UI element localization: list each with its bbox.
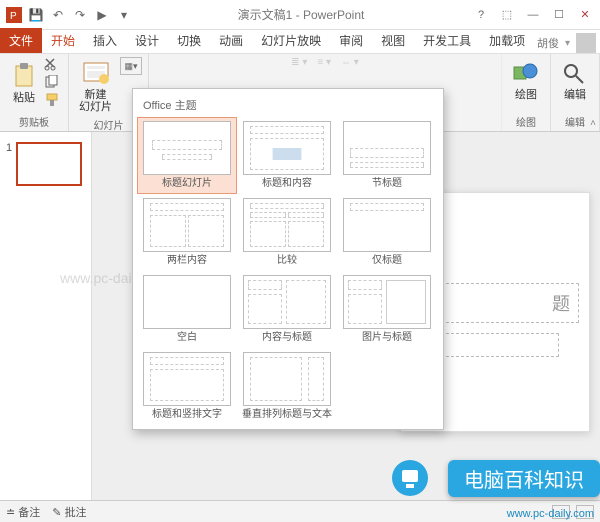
- banner-url: www.pc-daily.com: [507, 508, 594, 520]
- quick-access-toolbar: P 💾 ↶ ↷ ▶ ▾: [0, 7, 132, 23]
- title-placeholder-text: 题: [552, 290, 570, 316]
- comments-button[interactable]: ✎ 批注: [52, 504, 86, 520]
- collapse-ribbon-icon[interactable]: ˄: [590, 118, 596, 129]
- new-slide-icon: [82, 59, 110, 87]
- layout-label: 内容与标题: [262, 332, 312, 344]
- avatar[interactable]: [576, 33, 596, 53]
- paste-label: 粘贴: [13, 92, 35, 104]
- layout-label: 图片与标题: [362, 332, 412, 344]
- group-drawing: 绘图 绘图: [502, 54, 551, 131]
- tab-file[interactable]: 文件: [0, 28, 42, 53]
- editing-label: 编辑: [564, 89, 586, 101]
- layout-label: 两栏内容: [167, 255, 207, 267]
- redo-icon[interactable]: ↷: [72, 7, 88, 23]
- layout-title-vertical-text[interactable]: 标题和竖排文字: [137, 348, 237, 425]
- group-slides-label: 幻灯片: [94, 117, 124, 132]
- undo-icon[interactable]: ↶: [50, 7, 66, 23]
- slide-thumbnail[interactable]: [16, 142, 82, 186]
- svg-text:P: P: [10, 11, 17, 22]
- minimize-button[interactable]: —: [522, 5, 544, 25]
- ribbon-tabs: 文件 开始 插入 设计 切换 动画 幻灯片放映 审阅 视图 开发工具 加载项 胡…: [0, 30, 600, 54]
- cut-button[interactable]: [44, 57, 62, 73]
- layout-label: 标题幻灯片: [162, 178, 212, 190]
- layout-label: 仅标题: [372, 255, 402, 267]
- banner-logo-icon: [388, 456, 448, 500]
- layout-title-slide[interactable]: 标题幻灯片: [137, 117, 237, 194]
- tab-review[interactable]: 审阅: [330, 28, 372, 53]
- layout-blank[interactable]: 空白: [137, 271, 237, 348]
- group-clipboard-label: 剪贴板: [19, 114, 49, 129]
- tab-home[interactable]: 开始: [42, 28, 84, 53]
- tab-view[interactable]: 视图: [372, 28, 414, 53]
- thumbnail-1[interactable]: 1: [6, 142, 85, 186]
- find-icon: [561, 59, 589, 87]
- format-painter-button[interactable]: [44, 93, 62, 109]
- layout-label: 垂直排列标题与文本: [242, 409, 332, 421]
- layout-label: 标题和竖排文字: [152, 409, 222, 421]
- layout-section-header[interactable]: 节标题: [337, 117, 437, 194]
- gallery-header: Office 主题: [137, 93, 439, 117]
- new-slide-label: 新建 幻灯片: [79, 89, 112, 113]
- layout-two-content[interactable]: 两栏内容: [137, 194, 237, 271]
- notes-button[interactable]: ≐ 备注: [6, 504, 40, 520]
- close-button[interactable]: ✕: [574, 5, 596, 25]
- copy-button[interactable]: [44, 75, 62, 91]
- banner-text: 电脑百科知识: [448, 460, 600, 497]
- start-slideshow-icon[interactable]: ▶: [94, 7, 110, 23]
- comments-label: 批注: [65, 507, 87, 519]
- layout-label: 比较: [277, 255, 297, 267]
- qat-dropdown-icon[interactable]: ▾: [116, 7, 132, 23]
- layout-title-content[interactable]: 标题和内容: [237, 117, 337, 194]
- thumbnail-number: 1: [6, 142, 12, 154]
- tab-slideshow[interactable]: 幻灯片放映: [252, 28, 330, 53]
- new-slide-button[interactable]: 新建 幻灯片: [75, 57, 116, 115]
- user-name[interactable]: 胡俊: [537, 35, 559, 51]
- window-title: 演示文稿1 - PowerPoint: [132, 6, 470, 23]
- group-clipboard: 粘贴 剪贴板: [0, 54, 69, 131]
- layout-picture-with-caption[interactable]: 图片与标题: [337, 271, 437, 348]
- drawing-button[interactable]: 绘图: [508, 57, 544, 103]
- shapes-icon: [512, 59, 540, 87]
- tab-design[interactable]: 设计: [126, 28, 168, 53]
- paste-icon: [10, 62, 38, 90]
- layout-label: 标题和内容: [262, 178, 312, 190]
- ribbon-display-options-button[interactable]: ⬚: [496, 5, 518, 25]
- powerpoint-icon: P: [6, 7, 22, 23]
- tab-transitions[interactable]: 切换: [168, 28, 210, 53]
- bullets-icon[interactable]: ≣ ▾: [291, 57, 307, 68]
- site-banner: 电脑百科知识: [388, 456, 600, 500]
- group-drawing-label: 绘图: [516, 114, 536, 129]
- title-bar: P 💾 ↶ ↷ ▶ ▾ 演示文稿1 - PowerPoint ? ⬚ — ☐ ✕: [0, 0, 600, 30]
- tab-developer[interactable]: 开发工具: [414, 28, 480, 53]
- layout-content-with-caption[interactable]: 内容与标题: [237, 271, 337, 348]
- notes-label: 备注: [18, 507, 40, 519]
- layout-vertical-title-text[interactable]: 垂直排列标题与文本: [237, 348, 337, 425]
- tab-animations[interactable]: 动画: [210, 28, 252, 53]
- layout-label: 节标题: [372, 178, 402, 190]
- layout-gallery: Office 主题 标题幻灯片 标题和内容 节标题 两栏内容 比较 仅标题 空白: [132, 88, 444, 430]
- editing-button[interactable]: 编辑: [557, 57, 593, 103]
- layout-comparison[interactable]: 比较: [237, 194, 337, 271]
- tab-addins[interactable]: 加载项: [480, 28, 534, 53]
- window-controls: ? ⬚ — ☐ ✕: [470, 5, 600, 25]
- drawing-label: 绘图: [515, 89, 537, 101]
- layout-label: 空白: [177, 332, 197, 344]
- save-icon[interactable]: 💾: [28, 7, 44, 23]
- user-dropdown-icon[interactable]: ▾: [565, 38, 570, 49]
- group-editing-label: 编辑: [565, 114, 585, 129]
- layout-title-only[interactable]: 仅标题: [337, 194, 437, 271]
- subtitle-placeholder[interactable]: [431, 333, 559, 357]
- maximize-button[interactable]: ☐: [548, 5, 570, 25]
- gallery-grid: 标题幻灯片 标题和内容 节标题 两栏内容 比较 仅标题 空白 内容与标题: [137, 117, 439, 425]
- align-icon[interactable]: ⇔ ▾: [341, 57, 359, 68]
- layout-button[interactable]: ▦▾: [120, 57, 142, 75]
- help-button[interactable]: ?: [470, 5, 492, 25]
- slide-thumbnails-panel[interactable]: 1: [0, 132, 92, 500]
- numbering-icon[interactable]: ≡ ▾: [317, 57, 331, 68]
- paste-button[interactable]: 粘贴: [6, 57, 42, 109]
- tab-insert[interactable]: 插入: [84, 28, 126, 53]
